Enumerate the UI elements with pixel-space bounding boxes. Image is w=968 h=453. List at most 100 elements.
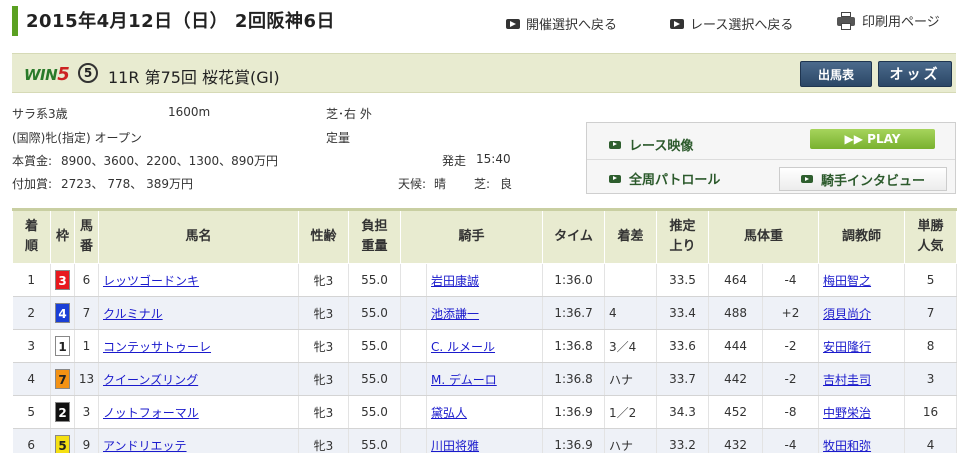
horse-name-link[interactable]: クルミナル [103, 307, 163, 321]
last3f-cell: 33.4 [656, 296, 710, 330]
jockey-link[interactable]: 岩田康誠 [431, 274, 479, 288]
trainer-link[interactable]: 須貝尚介 [823, 307, 871, 321]
jockey-link[interactable]: 黛弘人 [431, 406, 467, 420]
print-page-link[interactable]: 印刷用ページ [836, 11, 940, 30]
rank-cell: 6 [12, 428, 51, 453]
play-button[interactable]: ▶▶ PLAY [810, 129, 935, 149]
start-time: 15:40 [476, 152, 511, 166]
sex-age-cell: 牝3 [298, 395, 349, 429]
rank-cell: 4 [12, 362, 51, 396]
race-video-link[interactable]: レース映像 [609, 135, 693, 154]
trainer-link[interactable]: 梅田智之 [823, 274, 871, 288]
horse-name-link[interactable]: コンテッサトゥーレ [103, 340, 211, 354]
body-weight-diff-cell: -4 [762, 263, 820, 297]
weight-cell: 55.0 [348, 395, 401, 429]
win5-leg-badge: 5 [78, 63, 98, 83]
race-class: サラ系3歳 [12, 107, 68, 121]
added-prize-values: 2723、 778、 389万円 [61, 177, 193, 191]
frame-badge: 1 [55, 336, 70, 356]
arrow-right-icon [506, 18, 520, 29]
race-banner: WIN5 5 11R 第75回 桜花賞(GI) 出馬表 オッズ [12, 53, 956, 93]
jockey-cell: 川田将雅 [426, 428, 544, 453]
table-row: 2 4 7 クルミナル 牝3 55.0 池添謙一 1:36.7 4 33.4 488 +2 須貝尚介 7 [12, 296, 958, 330]
entries-button[interactable]: 出馬表 [800, 61, 872, 87]
frame-cell: 5 [50, 428, 75, 453]
race-name: 11R 第75回 桜花賞(GI) [108, 68, 280, 87]
horse-name-link[interactable]: クイーンズリング [103, 373, 198, 387]
weather-value: 晴 [434, 177, 447, 191]
jockey-interview-button[interactable]: 騎手インタビュー [779, 167, 947, 191]
frame-badge: 5 [55, 435, 70, 453]
popularity-cell: 8 [904, 329, 958, 363]
frame-cell: 7 [50, 362, 75, 396]
margin-cell: ハナ [604, 428, 658, 453]
horse-name-cell: クルミナル [98, 296, 299, 330]
spacer-cell [400, 428, 427, 453]
body-weight-diff-cell: -4 [762, 428, 820, 453]
jockey-cell: 黛弘人 [426, 395, 544, 429]
weight-cell: 55.0 [348, 263, 401, 297]
horse-number-cell: 9 [74, 428, 99, 453]
body-weight-cell: 444 [708, 329, 764, 363]
trainer-cell: 安田隆行 [818, 329, 906, 363]
trainer-link[interactable]: 吉村圭司 [823, 373, 871, 387]
margin-cell [604, 263, 658, 297]
jockey-cell: 岩田康誠 [426, 263, 544, 297]
back-to-race-label: レース選択へ戻る [690, 18, 794, 33]
race-conditions: (国際)牝(指定) オープン [12, 131, 142, 145]
back-to-race-link[interactable]: レース選択へ戻る [670, 14, 793, 33]
horse-name-link[interactable]: アンドリエッテ [103, 439, 187, 453]
frame-cell: 3 [50, 263, 75, 297]
jockey-link[interactable]: 池添謙一 [431, 307, 479, 321]
jockey-link[interactable]: M. デムーロ [431, 373, 497, 387]
body-weight-diff-cell: -2 [762, 329, 820, 363]
col-horse-number: 馬番 [74, 208, 99, 264]
trainer-link[interactable]: 中野栄治 [823, 406, 871, 420]
jockey-interview-label: 騎手インタビュー [820, 173, 925, 189]
trainer-link[interactable]: 安田隆行 [823, 340, 871, 354]
spacer-cell [400, 362, 427, 396]
horse-name-link[interactable]: ノットフォーマル [103, 406, 199, 420]
last3f-cell: 33.6 [656, 329, 710, 363]
weight-cell: 55.0 [348, 362, 401, 396]
sex-age-cell: 牝3 [298, 362, 349, 396]
jockey-link[interactable]: 川田将雅 [431, 439, 479, 453]
weight-cell: 55.0 [348, 329, 401, 363]
table-row: 4 7 13 クイーンズリング 牝3 55.0 M. デムーロ 1:36.8 ハナ 33.7 442… [12, 362, 958, 396]
spacer-cell [400, 395, 427, 429]
body-weight-cell: 452 [708, 395, 764, 429]
frame-cell: 1 [50, 329, 75, 363]
sex-age-cell: 牝3 [298, 296, 349, 330]
table-row: 5 2 3 ノットフォーマル 牝3 55.0 黛弘人 1:36.9 1／2 34.3 452 -8 中野… [12, 395, 958, 429]
last3f-cell: 33.5 [656, 263, 710, 297]
time-cell: 1:36.9 [542, 428, 606, 453]
col-jockey: 騎手 [399, 208, 544, 264]
back-to-meeting-link[interactable]: 開催選択へ戻る [506, 14, 617, 33]
col-rank: 着順 [12, 208, 51, 264]
prize-values: 8900、3600、2200、1300、890万円 [61, 154, 279, 168]
odds-button[interactable]: オッズ [878, 61, 952, 87]
printer-icon [836, 11, 856, 30]
horse-name-cell: クイーンズリング [98, 362, 299, 396]
frame-badge: 3 [55, 270, 70, 290]
going-value: 良 [500, 177, 513, 191]
table-row: 6 5 9 アンドリエッテ 牝3 55.0 川田将雅 1:36.9 ハナ 33.2 432 -4 牧田和… [12, 428, 958, 453]
col-sex-age: 性齢 [298, 208, 349, 264]
col-body-weight: 馬体重 [708, 208, 820, 264]
patrol-video-label: 全周パトロール [629, 173, 721, 188]
trainer-link[interactable]: 牧田和弥 [823, 439, 871, 453]
last3f-cell: 34.3 [656, 395, 710, 429]
horse-name-link[interactable]: レッツゴードンキ [103, 274, 199, 288]
jockey-link[interactable]: C. ルメール [431, 340, 495, 354]
frame-cell: 4 [50, 296, 75, 330]
win5-logo: WIN5 [24, 64, 70, 85]
time-cell: 1:36.0 [542, 263, 606, 297]
trainer-cell: 牧田和弥 [818, 428, 906, 453]
margin-cell: 4 [604, 296, 658, 330]
video-icon [609, 140, 621, 149]
time-cell: 1:36.7 [542, 296, 606, 330]
table-header-row: 着順 枠 馬番 馬名 性齢 負担 重量 騎手 タイム 着差 推定 上り 馬体重 調教… [12, 208, 958, 264]
body-weight-cell: 432 [708, 428, 764, 453]
horse-number-cell: 3 [74, 395, 99, 429]
patrol-video-link[interactable]: 全周パトロール [609, 169, 720, 188]
